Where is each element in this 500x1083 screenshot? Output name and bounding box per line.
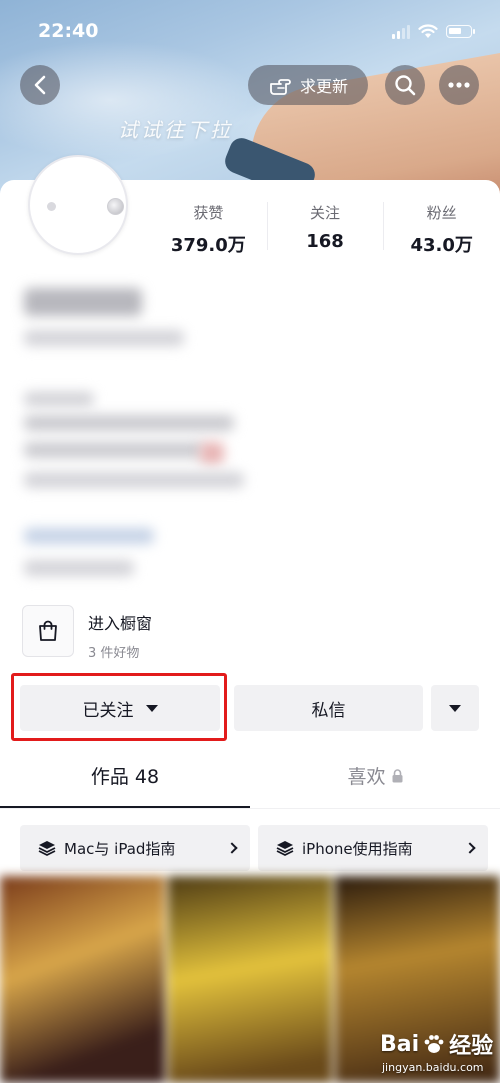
request-update-label: 求更新 <box>299 77 348 96</box>
status-icons <box>392 24 475 39</box>
more-options-button[interactable] <box>439 65 479 105</box>
profile-stats: 获赞 379.0万 关注 168 粉丝 43.0万 <box>150 200 500 256</box>
chevron-right-icon <box>226 842 238 854</box>
stat-value: 43.0万 <box>410 235 473 256</box>
annotation-highlight-box <box>11 673 227 741</box>
status-bar: 22:40 <box>0 0 500 62</box>
stat-label: 粉丝 <box>426 204 457 222</box>
cellular-signal-icon <box>392 24 410 39</box>
video-thumbnail[interactable] <box>167 876 333 1083</box>
pull-down-hint: 试试往下拉 <box>118 118 233 142</box>
collection-label: iPhone使用指南 <box>302 839 413 858</box>
watermark-brand: Bai <box>380 1031 420 1057</box>
back-button[interactable] <box>20 65 60 105</box>
tab-likes[interactable]: 喜欢 <box>250 762 500 808</box>
chevron-left-icon <box>34 75 46 95</box>
wifi-icon <box>418 24 438 38</box>
collection-mac-ipad-guide[interactable]: Mac与 iPad指南 <box>20 825 250 871</box>
layers-icon <box>276 840 294 856</box>
watermark-brand-suffix: 经验 <box>449 1034 494 1059</box>
pointing-hand-icon <box>270 79 291 95</box>
baidu-jingyan-watermark: Bai 经验 jingyan.baidu.com <box>380 1028 494 1075</box>
stat-value: 168 <box>306 231 344 252</box>
paw-icon <box>424 1035 444 1053</box>
shop-window-title: 进入橱窗 <box>88 614 153 633</box>
message-button[interactable]: 私信 <box>234 685 423 731</box>
stat-likes[interactable]: 获赞 379.0万 <box>150 200 267 256</box>
status-time: 22:40 <box>38 20 99 42</box>
message-label: 私信 <box>311 700 346 721</box>
request-update-button[interactable]: 求更新 <box>248 65 368 105</box>
search-button[interactable] <box>385 65 425 105</box>
layers-icon <box>38 840 56 856</box>
tab-works-label: 作品 48 <box>90 766 160 788</box>
stat-followers[interactable]: 粉丝 43.0万 <box>383 200 500 256</box>
stat-following[interactable]: 关注 168 <box>266 200 384 256</box>
collection-label: Mac与 iPad指南 <box>64 839 176 858</box>
search-icon <box>395 75 416 96</box>
shop-window-text: 进入橱窗 3 件好物 <box>88 605 152 661</box>
stat-label: 获赞 <box>193 204 224 222</box>
avatar[interactable] <box>28 155 128 255</box>
collection-iphone-guide[interactable]: iPhone使用指南 <box>258 825 488 871</box>
lock-icon <box>392 769 402 783</box>
tabs-divider <box>0 808 500 809</box>
shop-window-subtitle: 3 件好物 <box>88 646 140 661</box>
watermark-url: jingyan.baidu.com <box>382 1061 484 1074</box>
tab-works[interactable]: 作品 48 <box>0 762 250 808</box>
video-thumbnail[interactable] <box>0 876 165 1083</box>
tab-likes-label: 喜欢 <box>347 766 386 788</box>
stat-label: 关注 <box>310 204 341 222</box>
chevron-right-icon <box>464 842 476 854</box>
recommend-dropdown-button[interactable] <box>431 685 479 731</box>
shop-window-entry[interactable]: 进入橱窗 3 件好物 <box>22 605 322 661</box>
more-dots-icon <box>448 82 470 88</box>
caret-down-icon <box>449 704 461 712</box>
shopping-bag-icon <box>22 605 74 657</box>
stat-value: 379.0万 <box>170 235 246 256</box>
battery-icon <box>446 25 475 38</box>
